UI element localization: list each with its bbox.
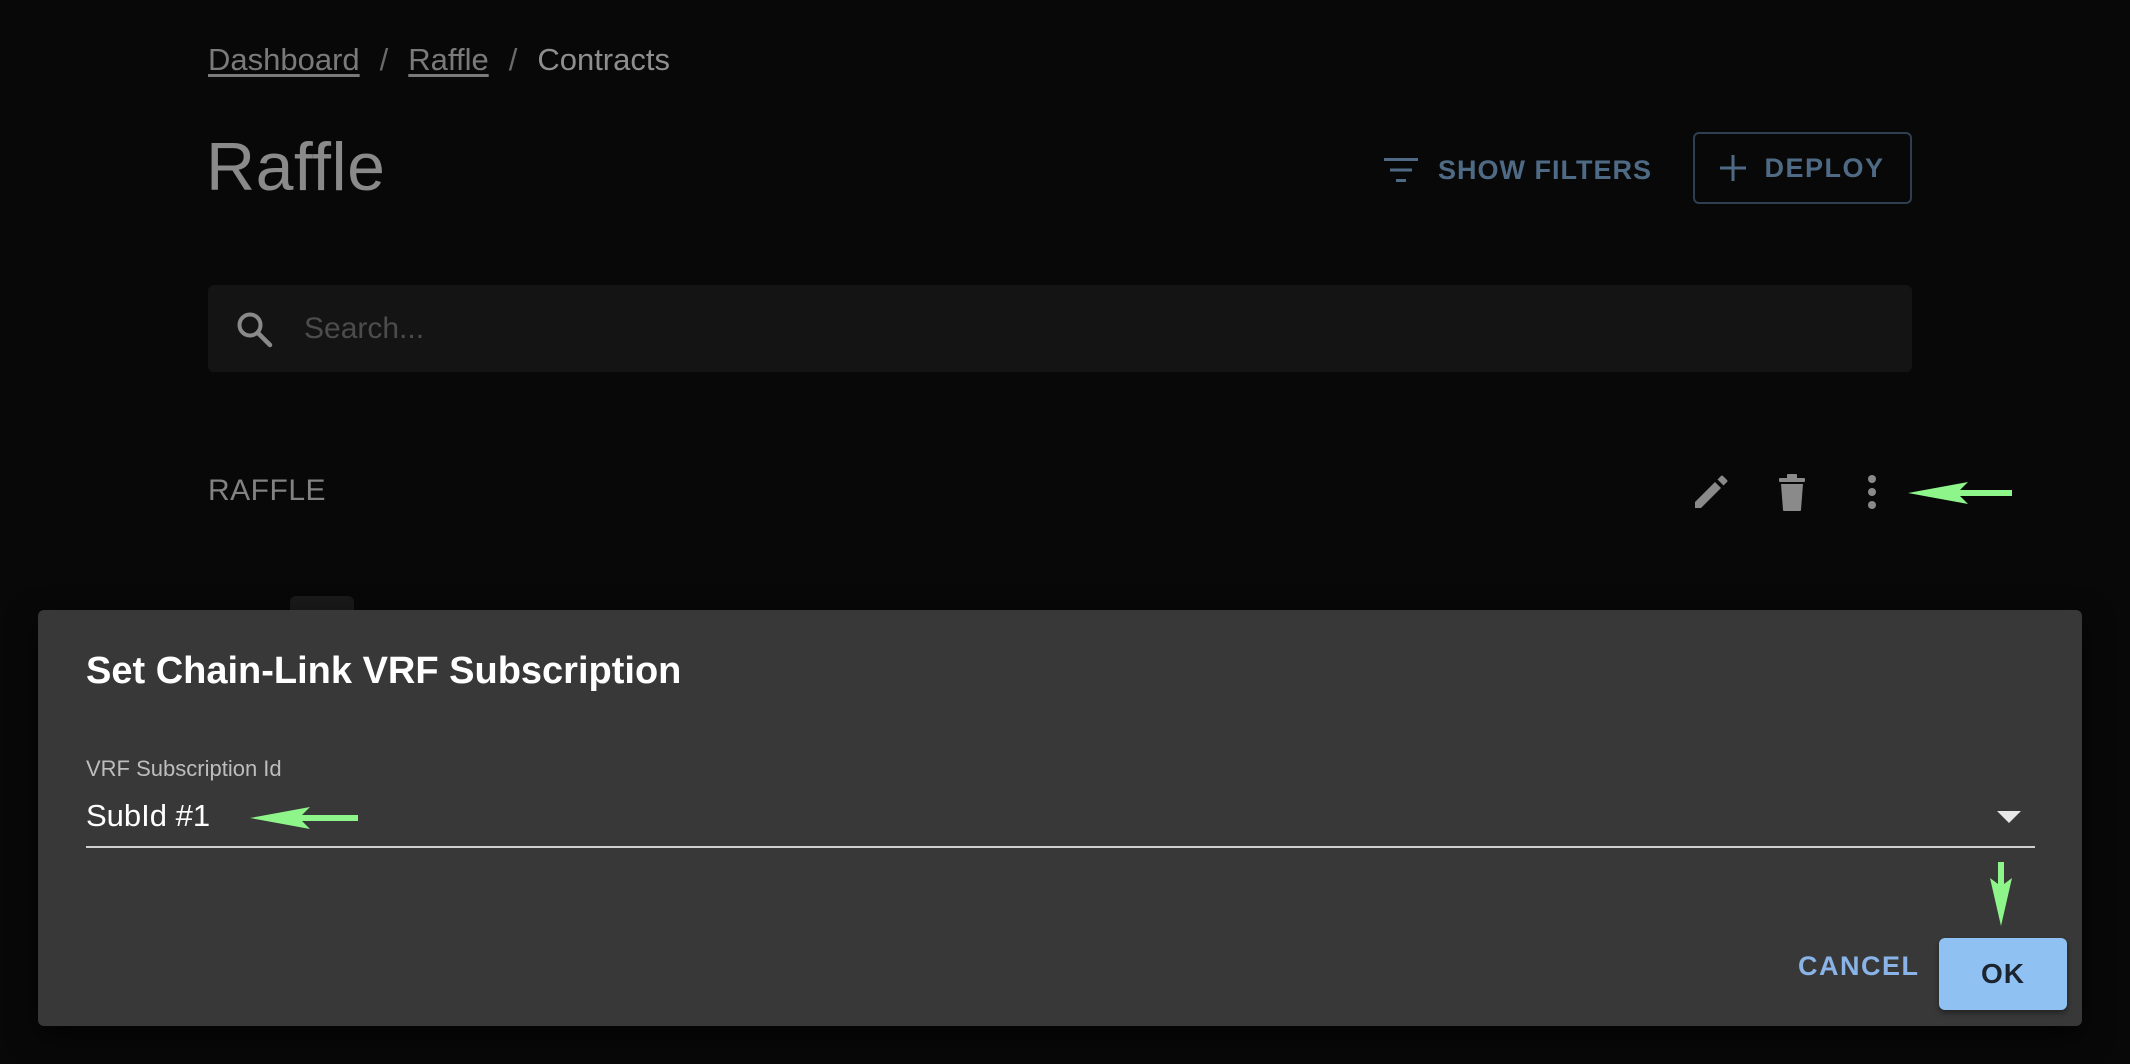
show-filters-button[interactable]: SHOW FILTERS <box>1384 140 1652 200</box>
page: Dashboard / Raffle / Contracts Raffle SH… <box>0 0 2130 1064</box>
breadcrumb-separator: / <box>379 42 389 77</box>
trash-icon[interactable] <box>1770 470 1814 514</box>
vrf-subscription-select[interactable]: SubId #1 <box>86 790 2035 848</box>
search-icon <box>237 312 273 347</box>
breadcrumb-link-dashboard[interactable]: Dashboard <box>208 42 360 78</box>
search-input[interactable] <box>304 311 1804 346</box>
show-filters-label: SHOW FILTERS <box>1438 154 1652 185</box>
deploy-label: DEPLOY <box>1764 152 1885 183</box>
cancel-button[interactable]: CANCEL <box>1784 938 1934 994</box>
deploy-button[interactable]: DEPLOY <box>1693 132 1912 204</box>
annotation-arrow <box>1990 862 2012 926</box>
dialog-title: Set Chain-Link VRF Subscription <box>86 650 682 692</box>
search-box[interactable] <box>208 285 1912 372</box>
list-item-label: RAFFLE <box>208 474 327 507</box>
page-title: Raffle <box>206 129 386 205</box>
breadcrumb-current: Contracts <box>537 42 670 77</box>
vrf-subscription-label: VRF Subscription Id <box>86 756 282 781</box>
annotation-arrow <box>1908 482 2012 504</box>
caret-down-icon[interactable] <box>1995 808 2023 826</box>
filter-icon <box>1384 158 1418 182</box>
more-vert-icon[interactable] <box>1850 470 1894 514</box>
breadcrumb: Dashboard / Raffle / Contracts <box>208 40 670 80</box>
select-value: SubId #1 <box>86 798 211 833</box>
ok-button[interactable]: OK <box>1939 938 2067 1010</box>
pencil-icon[interactable] <box>1689 470 1733 514</box>
breadcrumb-separator: / <box>508 42 518 77</box>
plus-icon <box>1720 155 1747 181</box>
tab-indicator <box>290 596 354 610</box>
breadcrumb-link-raffle[interactable]: Raffle <box>408 42 488 78</box>
vrf-subscription-dialog: Set Chain-Link VRF Subscription VRF Subs… <box>38 610 2082 1026</box>
